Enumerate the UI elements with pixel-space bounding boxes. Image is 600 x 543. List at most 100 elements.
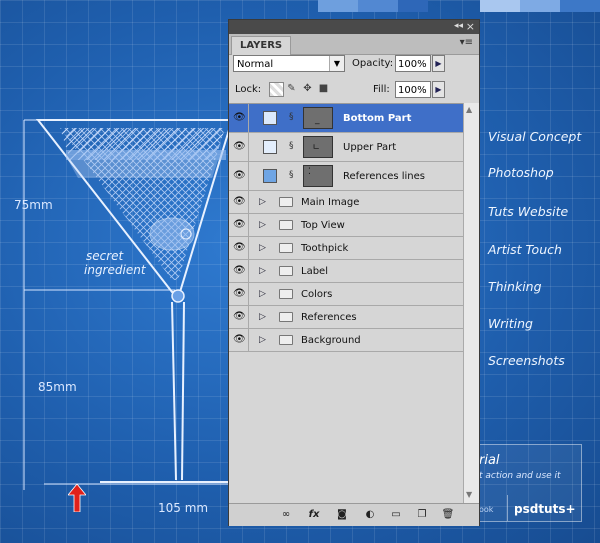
visibility-toggle[interactable]: 👁: [229, 260, 249, 282]
group-row-top-view[interactable]: 👁 ▷ Top View: [229, 214, 463, 237]
mask-mark: ㄴ: [312, 143, 321, 153]
scroll-down-icon[interactable]: ▼: [466, 490, 472, 499]
eye-icon[interactable]: 👁: [233, 312, 246, 322]
expand-triangle-icon[interactable]: ▷: [259, 197, 266, 207]
group-name: Top View: [301, 220, 345, 231]
eye-icon[interactable]: 👁: [233, 113, 246, 123]
layer-thumbnail: [263, 169, 277, 183]
new-group-icon[interactable]: ▭: [389, 508, 403, 522]
folder-icon: [279, 289, 293, 299]
folder-icon: [279, 197, 293, 207]
visibility-toggle[interactable]: 👁: [229, 162, 249, 190]
adjustment-layer-icon[interactable]: ◐: [363, 508, 377, 522]
visibility-toggle[interactable]: 👁: [229, 214, 249, 236]
lock-position-move-icon[interactable]: ✥: [301, 82, 314, 95]
group-row-colors[interactable]: 👁 ▷ Colors: [229, 283, 463, 306]
layer-row-upper-part[interactable]: 👁 § ㄴ Upper Part: [229, 133, 463, 162]
group-name: References: [301, 312, 357, 323]
eye-icon[interactable]: 👁: [233, 243, 246, 253]
blend-mode-select[interactable]: Normal ▼: [233, 55, 345, 72]
visibility-toggle[interactable]: 👁: [229, 104, 249, 132]
link-icon: §: [289, 141, 294, 151]
tab-layers[interactable]: LAYERS: [231, 36, 292, 55]
opacity-label: Opacity:: [352, 58, 394, 69]
group-row-toothpick[interactable]: 👁 ▷ Toothpick: [229, 237, 463, 260]
menu-tuts-website[interactable]: Tuts Website: [488, 204, 568, 219]
scroll-up-icon[interactable]: ▲: [466, 105, 472, 114]
lock-transparency-icon[interactable]: [269, 82, 284, 97]
layer-name: Bottom Part: [343, 113, 412, 124]
stem-right: [181, 301, 185, 481]
trash-icon[interactable]: 🗑: [441, 508, 455, 522]
lock-label: Lock:: [235, 84, 262, 95]
expand-triangle-icon[interactable]: ▷: [259, 289, 266, 299]
close-icon[interactable]: ×: [466, 20, 475, 33]
mask-mark: _: [315, 115, 320, 125]
eye-icon[interactable]: 👁: [233, 197, 246, 207]
layer-thumbnail: [263, 140, 277, 154]
expand-triangle-icon[interactable]: ▷: [259, 312, 266, 322]
expand-triangle-icon[interactable]: ▷: [259, 266, 266, 276]
opacity-slider-button[interactable]: ▶: [432, 55, 445, 72]
eye-icon[interactable]: 👁: [233, 142, 246, 152]
visibility-toggle[interactable]: 👁: [229, 191, 249, 213]
eye-icon[interactable]: 👁: [233, 220, 246, 230]
fx-icon[interactable]: fx: [307, 508, 321, 522]
opacity-input[interactable]: 100%: [395, 55, 431, 72]
group-name: Toothpick: [301, 243, 349, 254]
group-row-label[interactable]: 👁 ▷ Label: [229, 260, 463, 283]
group-row-background[interactable]: 👁 ▷ Background: [229, 329, 463, 352]
expand-triangle-icon[interactable]: ▷: [259, 243, 266, 253]
tutorial-divider: [507, 495, 508, 521]
visibility-toggle[interactable]: 👁: [229, 329, 249, 351]
group-row-main-image[interactable]: 👁 ▷ Main Image: [229, 191, 463, 214]
layer-row-references-lines[interactable]: 👁 § ⁚ References lines: [229, 162, 463, 191]
eye-icon[interactable]: 👁: [233, 171, 246, 181]
fill-label: Fill:: [373, 84, 390, 95]
layers-list: 👁 § _ Bottom Part 👁 § ㄴ Upper Part 👁 § ⁚…: [229, 103, 463, 504]
expand-triangle-icon[interactable]: ▷: [259, 220, 266, 230]
layers-scrollbar[interactable]: ▲ ▼: [463, 103, 479, 503]
fill-slider-button[interactable]: ▶: [432, 81, 445, 98]
menu-thinking[interactable]: Thinking: [488, 279, 542, 294]
secret-label: secret: [86, 249, 124, 263]
menu-writing[interactable]: Writing: [488, 316, 533, 331]
expand-triangle-icon[interactable]: ▷: [259, 335, 266, 345]
collapse-icon[interactable]: ◂◂: [454, 21, 463, 31]
stem-joint: [171, 289, 185, 303]
chevron-down-icon[interactable]: ▼: [329, 56, 344, 71]
lock-image-brush-icon[interactable]: ✎: [285, 82, 298, 95]
panel-bottom-toolbar: ∞ fx ◙ ◐ ▭ ❐ 🗑: [229, 503, 479, 526]
dim-105mm-label: 105 mm: [158, 501, 209, 515]
folder-icon: [279, 312, 293, 322]
panel-menu-icon[interactable]: ▾≡: [460, 37, 473, 48]
fill-input[interactable]: 100%: [395, 81, 431, 98]
psdtuts-logo: psdtuts+: [514, 502, 576, 516]
tutorial-title-fragment: rial: [479, 453, 500, 468]
eye-icon[interactable]: 👁: [233, 289, 246, 299]
up-arrow-icon: [68, 484, 86, 512]
visibility-toggle[interactable]: 👁: [229, 306, 249, 328]
layers-panel: ◂◂ × LAYERS ▾≡ Normal ▼ Opacity: 100% ▶ …: [228, 19, 480, 526]
panel-tab-bar: LAYERS ▾≡: [229, 34, 479, 55]
eye-icon[interactable]: 👁: [233, 266, 246, 276]
eye-icon[interactable]: 👁: [233, 335, 246, 345]
layer-row-bottom-part[interactable]: 👁 § _ Bottom Part: [229, 104, 463, 133]
visibility-toggle[interactable]: 👁: [229, 283, 249, 305]
link-layers-icon[interactable]: ∞: [279, 508, 293, 522]
panel-title-bar[interactable]: ◂◂ ×: [229, 20, 479, 34]
lock-all-icon[interactable]: ■: [317, 82, 330, 95]
link-icon: §: [289, 112, 294, 122]
menu-screenshots[interactable]: Screenshots: [488, 353, 565, 368]
visibility-toggle[interactable]: 👁: [229, 237, 249, 259]
menu-artist-touch[interactable]: Artist Touch: [488, 242, 562, 257]
new-layer-icon[interactable]: ❐: [415, 508, 429, 522]
group-name: Colors: [301, 289, 333, 300]
layer-thumbnail: [263, 111, 277, 125]
group-name: Label: [301, 266, 328, 277]
add-mask-icon[interactable]: ◙: [335, 508, 349, 522]
visibility-toggle[interactable]: 👁: [229, 133, 249, 161]
group-row-references[interactable]: 👁 ▷ References: [229, 306, 463, 329]
menu-photoshop[interactable]: Photoshop: [488, 165, 554, 180]
menu-visual-concept[interactable]: Visual Concept: [488, 129, 581, 144]
